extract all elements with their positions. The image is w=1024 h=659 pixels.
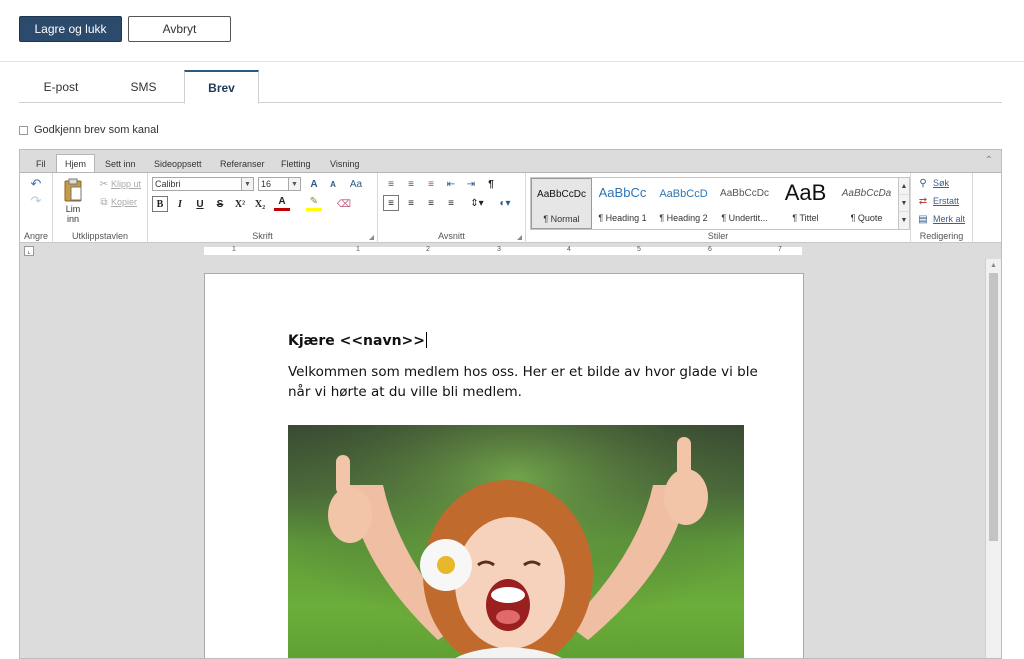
save-and-close-button[interactable]: Lagre og lukk <box>19 16 122 42</box>
copy-icon: ⧉ <box>100 196 108 208</box>
undo-icon[interactable]: ↶ <box>27 176 45 191</box>
paste-label[interactable]: Lim inn <box>59 203 87 225</box>
subscript-icon[interactable]: X₂ <box>252 196 268 212</box>
bullet-list-icon[interactable]: ≡ <box>383 176 399 192</box>
scrollbar-thumb[interactable] <box>989 273 998 541</box>
ruler-number: 2 <box>426 246 430 253</box>
ribbon-tab-visning[interactable]: Visning <box>322 155 367 172</box>
chevron-down-icon[interactable]: ▼ <box>288 178 300 190</box>
approve-channel-checkbox[interactable] <box>19 125 28 135</box>
font-group: Calibri ▼ 16 ▼ A A Aa B I U S X² X₂ A ✎ … <box>148 173 378 243</box>
document-scrollbar[interactable]: ▲ <box>985 259 1001 658</box>
top-toolbar: Lagre og lukk Avbryt <box>0 0 1024 62</box>
find-icon[interactable]: ⚲ <box>917 177 929 189</box>
bold-icon[interactable]: B <box>152 196 168 212</box>
font-dialog-launcher-icon[interactable] <box>369 235 374 240</box>
font-size-select[interactable]: 16 ▼ <box>258 177 301 191</box>
styles-group: Stiler <box>526 173 911 243</box>
font-name-value: Calibri <box>155 179 181 189</box>
ribbon-tab-fletting[interactable]: Fletting <box>273 155 319 172</box>
copy-label: Kopier <box>111 197 138 207</box>
editing-group: ⚲ Søk ⇄ Erstatt ▤ Merk alt Redigering <box>911 173 973 243</box>
paragraph-dialog-launcher-icon[interactable] <box>517 235 522 240</box>
paragraph-group-label: Avsnitt <box>438 231 465 241</box>
ruler-number: 1 <box>232 246 236 253</box>
ribbon-tab-fil[interactable]: Fil <box>28 155 54 172</box>
collapse-ribbon-icon[interactable]: ⌃ <box>985 155 993 166</box>
italic-icon[interactable]: I <box>172 196 188 212</box>
cancel-button[interactable]: Avbryt <box>128 16 231 42</box>
align-center-icon[interactable]: ≡ <box>403 195 419 211</box>
child-with-thumbs-up-photo[interactable] <box>288 425 744 658</box>
rich-text-editor: Fil Hjem Sett inn Sideoppsett Referanser… <box>19 149 1002 659</box>
replace-label[interactable]: Erstatt <box>933 195 959 207</box>
tab-stop-selector-icon[interactable]: ⌞ <box>24 246 34 256</box>
tab-sms[interactable]: SMS <box>103 70 184 103</box>
tab-epost[interactable]: E-post <box>19 70 103 103</box>
select-all-icon[interactable]: ▤ <box>917 213 929 225</box>
font-group-label: Skrift <box>252 231 273 241</box>
approve-channel-label[interactable]: Godkjenn brev som kanal <box>34 124 159 136</box>
line-spacing-icon[interactable]: ⇕▾ <box>465 195 489 211</box>
show-formatting-icon[interactable]: ¶ <box>483 176 499 192</box>
ruler-number: 4 <box>567 246 571 253</box>
document-body-text[interactable]: Velkommen som medlem hos oss. Her er et … <box>288 362 768 402</box>
ruler-number: 7 <box>778 246 782 253</box>
select-all-label[interactable]: Merk alt <box>933 213 965 225</box>
redo-icon: ↷ <box>30 193 42 208</box>
font-size-value: 16 <box>261 179 272 189</box>
styles-group-label: Stiler <box>707 231 729 241</box>
superscript-icon[interactable]: X² <box>232 196 248 212</box>
highlight-icon[interactable]: ✎ <box>306 195 322 211</box>
find-label[interactable]: Søk <box>933 177 949 189</box>
tab-brev[interactable]: Brev <box>184 70 259 104</box>
document-page[interactable]: Kjære <<navn>> Velkommen som medlem hos … <box>204 273 804 658</box>
strikethrough-icon[interactable]: S <box>212 196 228 212</box>
clear-formatting-icon[interactable]: ⌫ <box>336 196 352 212</box>
ribbon: ↶ ↷ Angre Lim inn ✂ Klipp ut ⧉ Kopier Ut… <box>20 172 1001 243</box>
ribbon-tab-hjem[interactable]: Hjem <box>56 154 96 173</box>
underline-icon[interactable]: U <box>192 196 208 212</box>
ruler-number: 5 <box>637 246 641 253</box>
ruler-number: 6 <box>708 246 712 253</box>
approve-channel-row: Godkjenn brev som kanal <box>19 123 159 137</box>
channel-tabs: E-post SMS Brev <box>19 70 1002 104</box>
ribbon-tab-sideoppsett[interactable]: Sideoppsett <box>146 155 210 172</box>
shading-icon[interactable]: ◐▾ <box>493 195 517 211</box>
replace-icon[interactable]: ⇄ <box>917 195 929 207</box>
undo-group-label: Angre <box>23 231 49 241</box>
clipboard-group: Lim inn ✂ Klipp ut ⧉ Kopier Utklippstavl… <box>53 173 148 243</box>
font-color-icon[interactable]: A <box>274 195 290 211</box>
cut-label: Klipp ut <box>111 179 142 189</box>
align-right-icon[interactable]: ≡ <box>423 195 439 211</box>
multilevel-list-icon[interactable]: ≡ <box>423 176 439 192</box>
justify-icon[interactable]: ≡ <box>443 195 459 211</box>
increase-indent-icon[interactable]: ⇥ <box>463 176 479 192</box>
paragraph-group: ≡ ≡ ≡ ⇤ ⇥ ¶ ≡ ≡ ≡ ≡ ⇕▾ ◐▾ Avsnitt <box>378 173 526 243</box>
scroll-up-icon[interactable]: ▲ <box>990 262 997 269</box>
ruler-number: 1 <box>356 246 360 253</box>
ruler: ⌞ 1 1 2 3 4 5 6 7 <box>20 243 1001 259</box>
text-cursor <box>426 332 428 348</box>
ribbon-tab-sett-inn[interactable]: Sett inn <box>97 155 144 172</box>
shrink-font-icon[interactable]: A <box>325 176 341 192</box>
change-case-icon[interactable]: Aa <box>345 176 367 192</box>
clipboard-group-label: Utklippstavlen <box>71 231 129 241</box>
align-left-icon[interactable]: ≡ <box>383 195 399 211</box>
document-area[interactable]: Kjære <<navn>> Velkommen som medlem hos … <box>20 259 985 658</box>
editing-group-label: Redigering <box>919 231 964 241</box>
document-greeting[interactable]: Kjære <<navn>> <box>288 332 428 349</box>
ribbon-tab-referanser[interactable]: Referanser <box>212 155 273 172</box>
cut-icon: ✂ <box>99 178 109 190</box>
chevron-down-icon[interactable]: ▼ <box>241 178 253 190</box>
ruler-number: 3 <box>497 246 501 253</box>
font-name-select[interactable]: Calibri ▼ <box>152 177 254 191</box>
ribbon-tabs: Fil Hjem Sett inn Sideoppsett Referanser… <box>20 150 1001 173</box>
grow-font-icon[interactable]: A <box>306 176 322 192</box>
decrease-indent-icon[interactable]: ⇤ <box>443 176 459 192</box>
paste-icon[interactable] <box>63 178 83 202</box>
undo-group: ↶ ↷ Angre <box>20 173 53 243</box>
ruler-bar[interactable]: 1 1 2 3 4 5 6 7 <box>204 246 802 255</box>
numbered-list-icon[interactable]: ≡ <box>403 176 419 192</box>
